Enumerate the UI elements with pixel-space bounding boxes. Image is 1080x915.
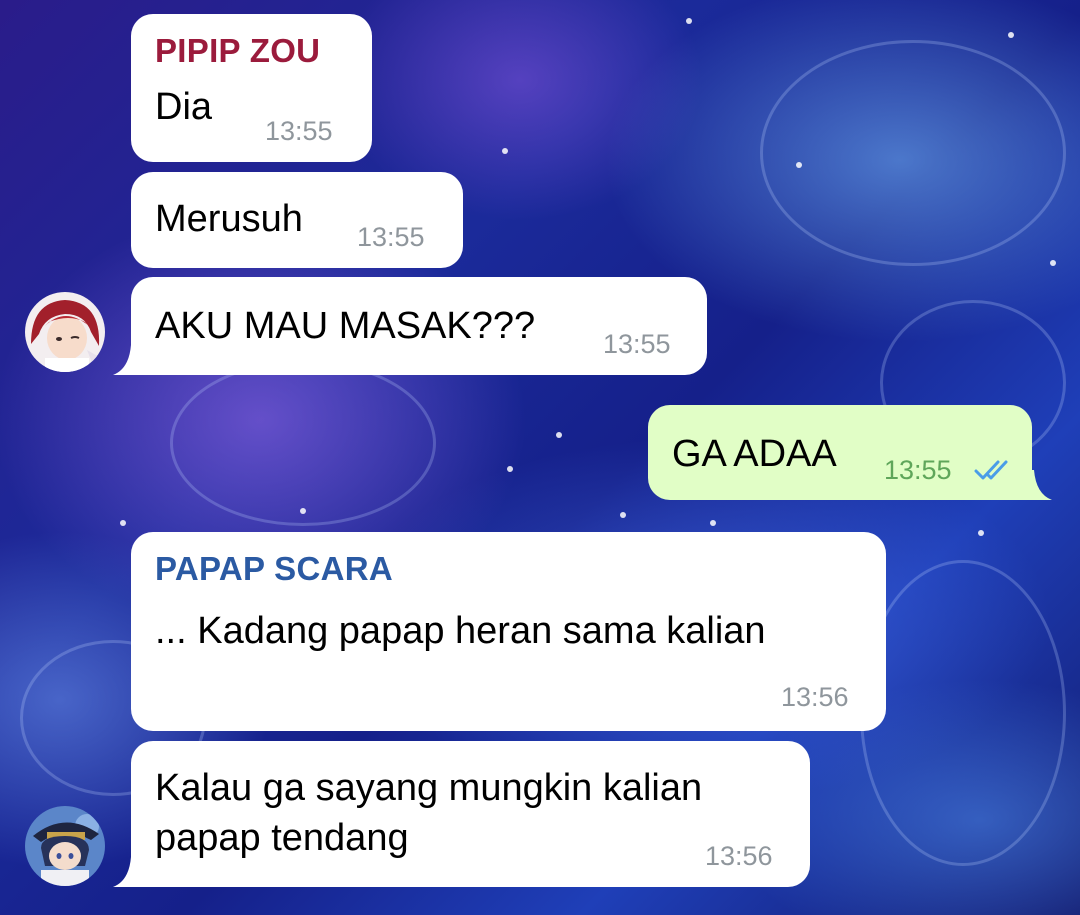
wallpaper-star (556, 432, 562, 438)
wallpaper-swirl (170, 360, 436, 526)
message-bubble[interactable]: Kalau ga sayang mungkin kalian papap ten… (131, 741, 810, 887)
message-timestamp: 13:56 (781, 682, 849, 712)
message-text-line: papap tendang (155, 817, 409, 859)
message-timestamp: 13:55 (265, 116, 333, 146)
message-timestamp: 13:55 (884, 455, 952, 485)
bubble-tail (113, 345, 143, 375)
double-check-read-icon (974, 460, 1008, 480)
dark-haired-hat-avatar-icon (25, 806, 105, 886)
message-bubble-outgoing[interactable]: GA ADAA 13:55 (648, 405, 1032, 500)
message-text: GA ADAA (672, 433, 837, 475)
message-text: ... Kadang papap heran sama kalian (155, 610, 766, 652)
wallpaper-star (1008, 32, 1014, 38)
message-timestamp: 13:55 (603, 329, 671, 359)
bubble-tail (1022, 470, 1052, 500)
wallpaper-star (710, 520, 716, 526)
message-bubble[interactable]: PAPAP SCARA ... Kadang papap heran sama … (131, 532, 886, 731)
wallpaper-star (502, 148, 508, 154)
message-timestamp: 13:56 (705, 841, 773, 871)
avatar-pipip[interactable] (25, 292, 105, 372)
sender-name[interactable]: PAPAP SCARA (155, 550, 393, 588)
bubble-tail (113, 857, 143, 887)
message-bubble[interactable]: AKU MAU MASAK??? 13:55 (131, 277, 707, 375)
avatar-papap[interactable] (25, 806, 105, 886)
wallpaper-star (300, 508, 306, 514)
sender-name[interactable]: PIPIP ZOU (155, 32, 320, 70)
wallpaper-star (686, 18, 692, 24)
wallpaper-star (978, 530, 984, 536)
wallpaper-star (796, 162, 802, 168)
wallpaper-star (120, 520, 126, 526)
message-text: Dia (155, 86, 213, 128)
message-bubble[interactable]: PIPIP ZOU Dia 13:55 (131, 14, 372, 162)
red-haired-avatar-icon (25, 292, 105, 372)
wallpaper-star (620, 512, 626, 518)
wallpaper-star (1050, 260, 1056, 266)
message-text: Merusuh (155, 198, 303, 240)
wallpaper-star (507, 466, 513, 472)
message-bubble[interactable]: Merusuh 13:55 (131, 172, 463, 268)
message-text-line: Kalau ga sayang mungkin kalian (155, 767, 703, 809)
wallpaper-swirl (760, 40, 1066, 266)
wallpaper-swirl (860, 560, 1066, 866)
message-timestamp: 13:55 (357, 222, 425, 252)
message-text: AKU MAU MASAK??? (155, 305, 536, 347)
